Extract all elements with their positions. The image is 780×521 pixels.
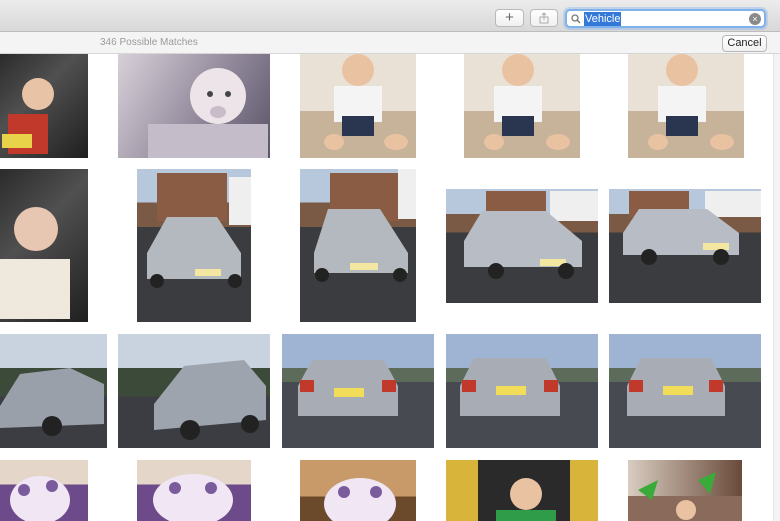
- photo-thumbnail[interactable]: [0, 460, 88, 521]
- plus-icon: +: [505, 9, 514, 26]
- add-button[interactable]: +: [495, 9, 524, 27]
- photo-thumbnail[interactable]: [609, 334, 761, 448]
- photo-thumbnail[interactable]: [118, 334, 270, 448]
- photo-thumbnail[interactable]: [118, 54, 270, 158]
- photo-thumbnail[interactable]: [628, 460, 742, 521]
- scrollbar[interactable]: [773, 54, 780, 521]
- search-input[interactable]: Vehicle: [584, 12, 622, 26]
- photo-thumbnail[interactable]: [609, 189, 761, 303]
- search-icon: [571, 14, 581, 24]
- photo-thumbnail[interactable]: [464, 54, 580, 158]
- photo-thumbnail[interactable]: [137, 460, 251, 521]
- clear-icon[interactable]: ×: [749, 13, 761, 25]
- photo-thumbnail[interactable]: [300, 54, 416, 158]
- share-icon: [539, 12, 549, 24]
- match-count: 346 Possible Matches: [100, 37, 198, 48]
- share-button[interactable]: [530, 9, 558, 27]
- photo-thumbnail[interactable]: [628, 54, 744, 158]
- photo-thumbnail[interactable]: [0, 169, 88, 322]
- photo-thumbnail[interactable]: [137, 169, 251, 322]
- photo-thumbnail[interactable]: [0, 334, 107, 448]
- photo-thumbnail[interactable]: [282, 334, 434, 448]
- photo-thumbnail[interactable]: [446, 189, 598, 303]
- toolbar: + Vehicle ×: [0, 0, 780, 32]
- photo-thumbnail[interactable]: [300, 169, 416, 322]
- photo-thumbnail[interactable]: [300, 460, 416, 521]
- results-bar: 346 Possible Matches Cancel: [0, 32, 780, 54]
- photo-thumbnail[interactable]: [446, 334, 598, 448]
- search-field[interactable]: Vehicle ×: [565, 9, 766, 28]
- cancel-button[interactable]: Cancel: [722, 35, 767, 52]
- photo-thumbnail[interactable]: [0, 54, 88, 158]
- photo-thumbnail[interactable]: [446, 460, 598, 521]
